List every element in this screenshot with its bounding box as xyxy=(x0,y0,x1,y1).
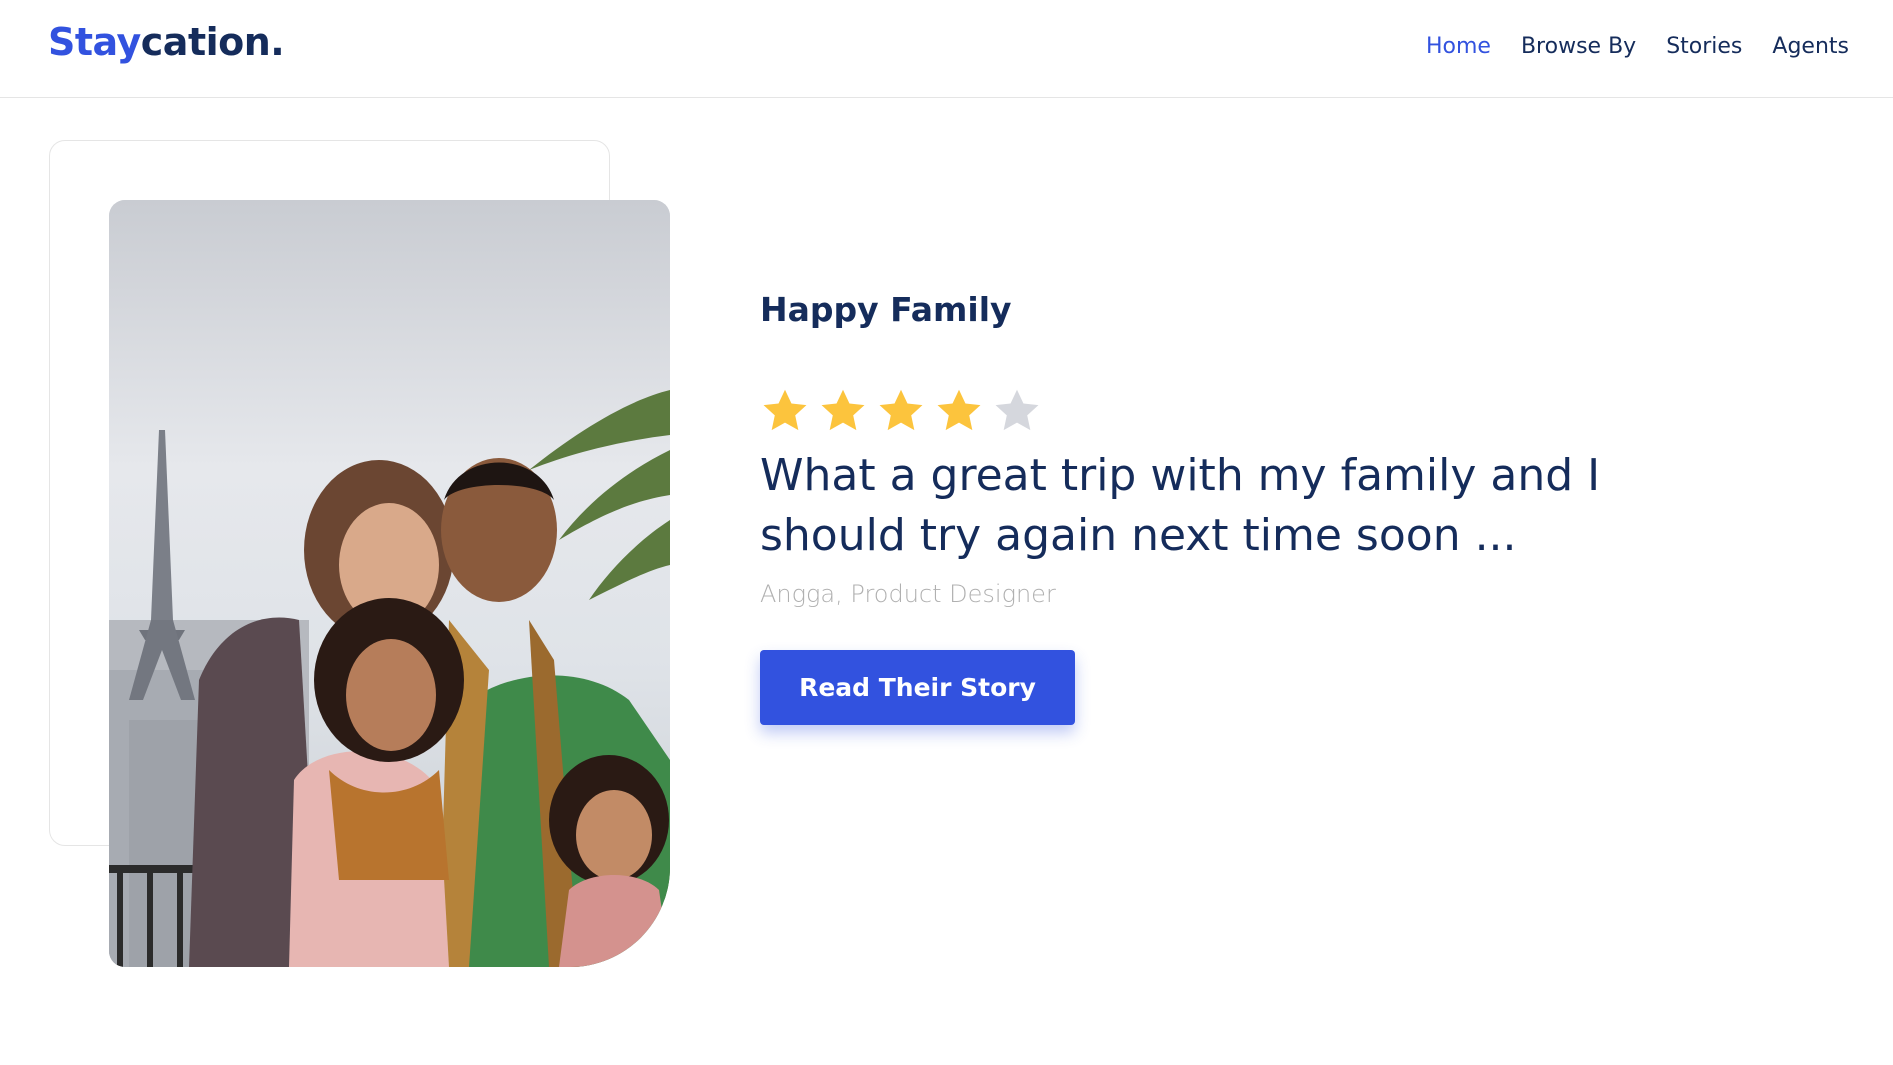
testimonial-quote: What a great trip with my family and I s… xyxy=(760,450,1601,561)
nav-link-stories[interactable]: Stories xyxy=(1666,34,1742,59)
star-filled-icon xyxy=(821,389,865,431)
brand-logo-accent: Stay xyxy=(48,20,141,64)
star-filled-icon xyxy=(763,389,807,431)
main-nav: Home Browse By Stories Agents xyxy=(1426,34,1849,59)
testimonial-photo xyxy=(109,200,670,967)
navbar: Staycation. Home Browse By Stories Agent… xyxy=(0,0,1893,98)
star-filled-icon xyxy=(879,389,923,431)
star-filled-icon xyxy=(937,389,981,431)
testimonial-author: Angga, Product Designer xyxy=(760,580,1056,608)
testimonial-title: Happy Family xyxy=(760,290,1012,329)
brand-logo-rest: cation. xyxy=(140,20,285,64)
nav-link-home[interactable]: Home xyxy=(1426,34,1491,59)
nav-link-browse-by[interactable]: Browse By xyxy=(1521,34,1636,59)
brand-logo[interactable]: Staycation. xyxy=(48,20,285,64)
read-their-story-button[interactable]: Read Their Story xyxy=(760,650,1075,725)
nav-link-agents[interactable]: Agents xyxy=(1772,34,1849,59)
rating-stars xyxy=(760,386,1760,438)
testimonial-content: Happy Family What a great trip with my f… xyxy=(760,290,1760,725)
star-empty-icon xyxy=(995,389,1039,431)
